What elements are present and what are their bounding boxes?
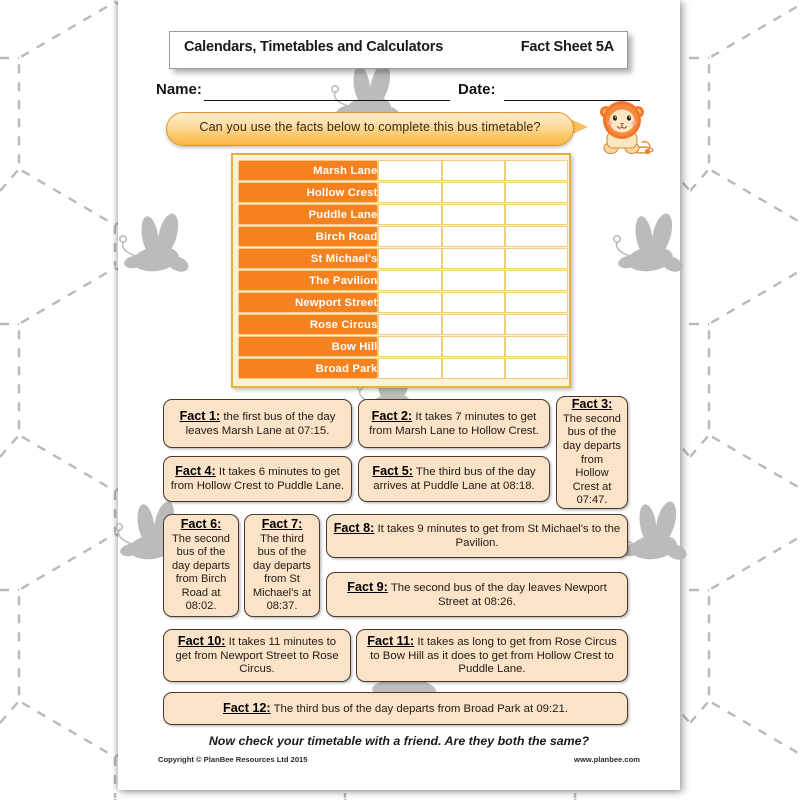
time-entry-cell[interactable] [441,204,505,225]
fact-box-6: Fact 6: The second bus of the day departs… [163,514,239,617]
time-entry-cell[interactable] [504,292,568,313]
stop-name-cell: Rose Circus [238,314,379,335]
fact-label: Fact 9: [347,579,388,594]
fact-body: The second bus of the day departs from B… [172,532,230,613]
time-entry-cell[interactable] [378,182,442,203]
instruction-speech-bubble: Can you use the facts below to complete … [166,112,574,146]
fact-label: Fact 2: [371,408,413,423]
date-label: Date: [458,81,496,98]
fact-label: Fact 7: [261,517,303,532]
time-entry-cell[interactable] [504,226,568,247]
time-entry-cell[interactable] [504,336,568,357]
page-title: Calendars, Timetables and Calculators [184,39,444,55]
time-entry-cell[interactable] [441,160,505,181]
fact-box-4: Fact 4: It takes 6 minutes to get from H… [163,456,352,502]
stop-name-cell: Marsh Lane [238,160,379,181]
fact-label: Fact 10: [177,633,226,648]
stop-name-cell: St Michael's [238,248,379,269]
fact-box-8: Fact 8: It takes 9 minutes to get from S… [326,514,628,558]
table-row: Rose Circus [238,314,568,335]
timetable-body: Marsh Lane Hollow Crest Puddle Lane Birc… [238,160,568,379]
fact-body: The second bus of the day departs from H… [563,412,621,507]
table-row: The Pavilion [238,270,568,291]
bunny-watermark-icon [119,213,189,272]
name-label: Name: [156,81,202,98]
fact-label: Fact 4: [175,464,216,479]
table-row: St Michael's [238,248,568,269]
time-entry-cell[interactable] [378,292,442,313]
time-entry-cell[interactable] [378,248,442,269]
fact-box-1: Fact 1: the first bus of the day leaves … [163,399,352,448]
stop-name-cell: Puddle Lane [238,204,379,225]
fact-box-11: Fact 11: It takes as long to get from Ro… [356,629,628,682]
fact-box-9: Fact 9: The second bus of the day leaves… [326,572,628,617]
stop-name-cell: Bow Hill [238,336,379,357]
time-entry-cell[interactable] [441,248,505,269]
time-entry-cell[interactable] [504,204,568,225]
fact-label: Fact 11: [367,633,415,648]
header-title-box: Calendars, Timetables and Calculators Fa… [169,31,628,69]
stop-name-cell: Broad Park [238,358,379,379]
fact-box-12: Fact 12: The third bus of the day depart… [163,692,628,725]
fact-body: It takes 9 minutes to get from St Michae… [374,523,621,549]
time-entry-cell[interactable] [441,292,505,313]
fact-label: Fact 5: [372,464,413,479]
stop-name-cell: The Pavilion [238,270,379,291]
fact-label: Fact 12: [223,700,271,715]
time-entry-cell[interactable] [378,226,442,247]
fact-box-3: Fact 3: The second bus of the day departs… [556,396,628,509]
time-entry-cell[interactable] [378,270,442,291]
time-entry-cell[interactable] [378,336,442,357]
time-entry-cell[interactable] [441,182,505,203]
time-entry-cell[interactable] [504,314,568,335]
name-input-line[interactable] [204,100,450,101]
stop-name-cell: Birch Road [238,226,379,247]
time-entry-cell[interactable] [441,314,505,335]
time-entry-cell[interactable] [441,336,505,357]
fact-sheet-reference: Fact Sheet 5A [520,39,614,55]
fact-box-10: Fact 10: It takes 11 minutes to get from… [163,629,351,682]
fact-body: The third bus of the day departs from Br… [270,702,568,715]
fact-body: The third bus of the day departs from St… [252,532,312,613]
stop-name-cell: Newport Street [238,292,379,313]
time-entry-cell[interactable] [504,358,568,379]
worksheet-page: Calendars, Timetables and Calculators Fa… [115,0,687,790]
time-entry-cell[interactable] [441,270,505,291]
time-entry-cell[interactable] [378,160,442,181]
table-row: Birch Road [238,226,568,247]
stop-name-cell: Hollow Crest [238,182,379,203]
instruction-text: Can you use the facts below to complete … [199,120,541,134]
fact-box-2: Fact 2: It takes 7 minutes to get from M… [358,399,550,448]
timetable-grid: Marsh Lane Hollow Crest Puddle Lane Birc… [238,159,568,380]
time-entry-cell[interactable] [504,248,568,269]
copyright-notice: Copyright © PlanBee Resources Ltd 2015 [158,755,308,764]
website-url: www.planbee.com [574,755,640,764]
time-entry-cell[interactable] [441,226,505,247]
time-entry-cell[interactable] [378,314,442,335]
time-entry-cell[interactable] [378,204,442,225]
time-entry-cell[interactable] [504,160,568,181]
time-entry-cell[interactable] [504,270,568,291]
fact-label: Fact 1: [179,408,221,423]
time-entry-cell[interactable] [441,358,505,379]
fact-label: Fact 8: [333,521,375,536]
time-entry-cell[interactable] [504,182,568,203]
table-row: Newport Street [238,292,568,313]
bus-timetable: Marsh Lane Hollow Crest Puddle Lane Birc… [231,153,571,388]
fact-label: Fact 3: [571,397,613,412]
fact-box-7: Fact 7: The third bus of the day departs… [244,514,320,617]
fact-body: The second bus of the day leaves Newport… [387,581,607,608]
lion-mascot-icon [600,101,654,155]
table-row: Marsh Lane [238,160,568,181]
table-row: Bow Hill [238,336,568,357]
time-entry-cell[interactable] [378,358,442,379]
table-row: Puddle Lane [238,204,568,225]
name-date-row: Name: Date: [156,80,640,104]
table-row: Broad Park [238,358,568,379]
fact-box-5: Fact 5: The third bus of the day arrives… [358,456,550,502]
table-row: Hollow Crest [238,182,568,203]
fact-label: Fact 6: [180,517,222,532]
closing-instruction: Now check your timetable with a friend. … [208,734,590,748]
